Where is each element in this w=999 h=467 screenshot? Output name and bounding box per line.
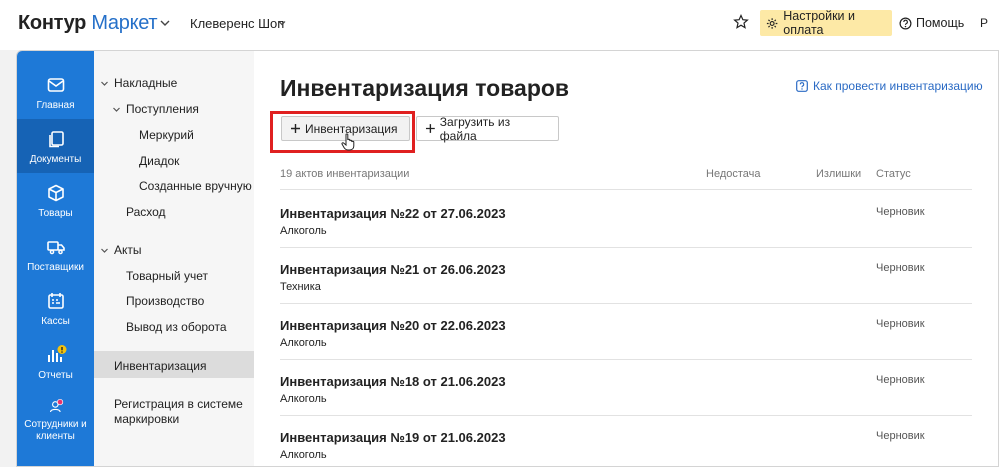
nav-label: Документы xyxy=(29,154,82,165)
row-title[interactable]: Инвентаризация №20 от 22.06.2023 xyxy=(280,318,506,333)
row-status: Черновик xyxy=(876,206,925,218)
chevron-down-icon[interactable] xyxy=(158,16,172,30)
table-row[interactable]: Инвентаризация №22 от 27.06.2023 Алкогол… xyxy=(280,192,972,248)
truck-icon xyxy=(46,241,65,255)
nav-label: Поставщики xyxy=(27,262,84,273)
help-label: Помощь xyxy=(916,16,965,30)
mail-icon xyxy=(47,78,64,92)
help-button[interactable]: Помощь xyxy=(899,10,964,36)
row-title[interactable]: Инвентаризация №21 от 26.06.2023 xyxy=(280,262,506,277)
sidebar-item-inventory[interactable]: Инвентаризация xyxy=(114,359,206,373)
settings-button[interactable]: Настройки и оплата xyxy=(760,9,892,37)
sidebar-item-production[interactable]: Производство xyxy=(126,294,204,308)
sidebar-item-mercury[interactable]: Меркурий xyxy=(139,128,194,142)
nav-label: Кассы xyxy=(41,316,70,327)
sidebar-item-registration[interactable]: Регистрация в системе маркировки xyxy=(114,397,249,427)
sidebar-item-manual[interactable]: Созданные вручную xyxy=(139,179,252,193)
row-status: Черновик xyxy=(876,318,925,330)
sidebar-item-withdrawal[interactable]: Вывод из оборота xyxy=(126,320,227,334)
chevron-down-icon[interactable] xyxy=(277,18,287,28)
row-category: Техника xyxy=(280,281,321,293)
nav-item-home[interactable]: Главная xyxy=(17,65,94,119)
user-avatar[interactable]: Р xyxy=(980,16,988,30)
load-from-file-button[interactable]: Загрузить из файла xyxy=(416,114,559,143)
sidebar-item-expense[interactable]: Расход xyxy=(126,205,166,219)
nav-label: Отчеты xyxy=(38,370,73,381)
page-title: Инвентаризация товаров xyxy=(280,75,570,101)
row-title[interactable]: Инвентаризация №18 от 21.06.2023 xyxy=(280,374,506,389)
nav-label: Товары xyxy=(38,208,73,219)
row-status: Черновик xyxy=(876,374,925,386)
logo[interactable]: Контур Маркет xyxy=(18,12,158,35)
settings-label: Настройки и оплата xyxy=(783,9,855,37)
sidebar-item-receipts[interactable]: Поступления xyxy=(126,102,199,116)
howto-label: Как провести инвентаризацию xyxy=(813,79,983,93)
count-label: 19 актов инвентаризации xyxy=(280,168,410,180)
main-content: Инвентаризация товаров Как провести инве… xyxy=(254,51,998,466)
row-category: Алкоголь xyxy=(280,449,327,461)
chevron-down-icon[interactable] xyxy=(100,79,109,88)
nav-item-reports[interactable]: Отчеты xyxy=(17,335,94,389)
plus-icon xyxy=(425,124,435,133)
star-icon[interactable] xyxy=(733,14,749,30)
person-icon xyxy=(49,399,63,413)
chevron-down-icon[interactable] xyxy=(112,105,121,114)
table-row[interactable]: Инвентаризация №18 от 21.06.2023 Алкогол… xyxy=(280,360,972,416)
button-label: Загрузить из файла xyxy=(439,114,511,143)
row-title[interactable]: Инвентаризация №22 от 27.06.2023 xyxy=(280,206,506,221)
sidebar-item-invoices[interactable]: Накладные xyxy=(114,76,177,90)
col-surplus: Излишки xyxy=(816,168,862,180)
hand-cursor-icon xyxy=(341,133,355,151)
table-row[interactable]: Инвентаризация №19 от 21.06.2023 Алкогол… xyxy=(280,416,972,466)
row-status: Черновик xyxy=(876,430,925,442)
main-nav: Главная Документы Товары Поставщики Касс… xyxy=(17,51,94,466)
sidebar-item-goods-account[interactable]: Товарный учет xyxy=(126,269,208,283)
nav-item-suppliers[interactable]: Поставщики xyxy=(17,227,94,281)
cashbox-icon xyxy=(47,293,64,309)
col-shortage: Недостача xyxy=(706,168,761,180)
app-frame: Главная Документы Товары Поставщики Касс… xyxy=(16,50,999,467)
nav-item-documents[interactable]: Документы xyxy=(17,119,94,173)
row-status: Черновик xyxy=(876,262,925,274)
sidebar-item-diadoc[interactable]: Диадок xyxy=(139,154,179,168)
box-icon xyxy=(47,184,64,202)
row-category: Алкоголь xyxy=(280,393,327,405)
nav-item-goods[interactable]: Товары xyxy=(17,173,94,227)
gear-icon xyxy=(766,17,778,29)
row-title[interactable]: Инвентаризация №19 от 21.06.2023 xyxy=(280,430,506,445)
table-row[interactable]: Инвентаризация №21 от 26.06.2023 Техника… xyxy=(280,248,972,304)
howto-link[interactable]: Как провести инвентаризацию xyxy=(796,79,983,93)
table-header: 19 актов инвентаризации Недостача Излишк… xyxy=(280,168,972,190)
top-bar: Контур Маркет Клеверенс Шоп Настройки и … xyxy=(0,0,999,50)
nav-label: Главная xyxy=(36,100,75,111)
nav-item-staff[interactable]: Сотрудники и клиенты xyxy=(17,389,94,443)
section-sidebar: Накладные Поступления Меркурий Диадок Со… xyxy=(94,51,254,466)
table-row[interactable]: Инвентаризация №20 от 22.06.2023 Алкогол… xyxy=(280,304,972,360)
shop-selector[interactable]: Клеверенс Шоп xyxy=(190,16,284,31)
sidebar-item-acts[interactable]: Акты xyxy=(114,243,142,257)
row-category: Алкоголь xyxy=(280,337,327,349)
nav-item-cashboxes[interactable]: Кассы xyxy=(17,281,94,335)
help-icon xyxy=(796,80,808,92)
documents-icon xyxy=(48,131,64,148)
nav-label: Сотрудники и клиенты xyxy=(24,419,87,442)
help-icon xyxy=(899,17,912,29)
row-category: Алкоголь xyxy=(280,225,327,237)
chart-icon xyxy=(47,345,66,362)
col-status: Статус xyxy=(876,168,911,180)
chevron-down-icon[interactable] xyxy=(100,246,109,255)
